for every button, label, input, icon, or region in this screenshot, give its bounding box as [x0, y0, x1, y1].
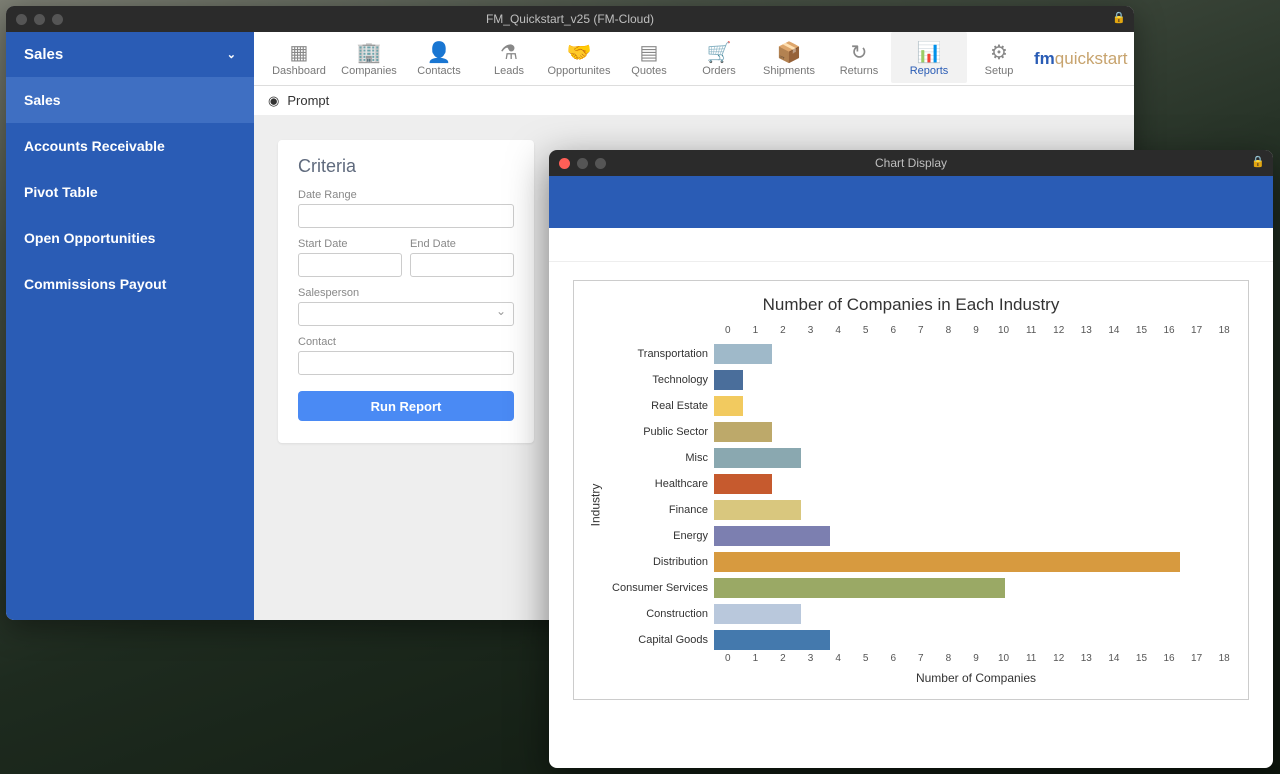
sidebar-item-open-opportunities[interactable]: Open Opportunities	[6, 215, 254, 261]
tab-companies[interactable]: 🏢Companies	[334, 41, 404, 77]
prompt-bar: ◉ Prompt	[254, 86, 1134, 116]
minimize-icon[interactable]	[577, 158, 588, 169]
chevron-down-icon: ⌄	[227, 48, 236, 61]
main-titlebar: FM_Quickstart_v25 (FM-Cloud) 🔒	[6, 6, 1134, 32]
tab-dashboard[interactable]: ▦Dashboard	[264, 41, 334, 77]
dashboard-icon: ▦	[264, 41, 334, 65]
prompt-label: Prompt	[287, 93, 329, 108]
chart-window-controls[interactable]	[559, 158, 606, 169]
chart-top-axis: 0123456789101112131415161718	[714, 325, 1238, 341]
bar-misc	[714, 448, 801, 468]
tab-returns[interactable]: ↻Returns	[824, 41, 894, 77]
opportunites-icon: 🤝	[544, 41, 614, 65]
contacts-icon: 👤	[404, 41, 474, 65]
sidebar-item-pivot-table[interactable]: Pivot Table	[6, 169, 254, 215]
reports-icon: 📊	[894, 41, 964, 65]
companies-icon: 🏢	[334, 41, 404, 65]
sidebar-header-label: Sales	[24, 46, 63, 63]
window-title: FM_Quickstart_v25 (FM-Cloud)	[6, 12, 1134, 26]
bar-energy	[714, 526, 830, 546]
chart-white-band	[549, 228, 1273, 262]
bar-real-estate	[714, 396, 743, 416]
bar-healthcare	[714, 474, 772, 494]
bar-construction	[714, 604, 801, 624]
chart-titlebar: Chart Display 🔒	[549, 150, 1273, 176]
orders-icon: 🛒	[684, 41, 754, 65]
end-date-input[interactable]	[410, 253, 514, 277]
tab-setup[interactable]: ⚙Setup	[964, 41, 1034, 77]
contact-label: Contact	[298, 336, 514, 348]
sidebar-item-accounts-receivable[interactable]: Accounts Receivable	[6, 123, 254, 169]
chart-bars	[714, 341, 1238, 653]
sidebar-header[interactable]: Sales ⌄	[6, 32, 254, 77]
sidebar-item-commissions-payout[interactable]: Commissions Payout	[6, 261, 254, 307]
start-date-label: Start Date	[298, 238, 402, 250]
brand-logo: fmquickstart	[1034, 49, 1134, 69]
bar-consumer-services	[714, 578, 1005, 598]
close-icon[interactable]	[16, 14, 27, 25]
chart-bottom-axis: 0123456789101112131415161718	[714, 653, 1238, 669]
tab-shipments[interactable]: 📦Shipments	[754, 41, 824, 77]
shipments-icon: 📦	[754, 41, 824, 65]
chart-category-labels: TransportationTechnologyReal EstatePubli…	[606, 325, 714, 685]
salesperson-select[interactable]	[298, 302, 514, 326]
tab-contacts[interactable]: 👤Contacts	[404, 41, 474, 77]
lock-icon: 🔒	[1251, 155, 1265, 168]
sidebar: Sales ⌄ SalesAccounts ReceivablePivot Ta…	[6, 32, 254, 620]
chart-window: Chart Display 🔒 Number of Companies in E…	[549, 150, 1273, 768]
criteria-card: Criteria Date Range Start Date End Date	[278, 140, 534, 443]
returns-icon: ↻	[824, 41, 894, 65]
leads-icon: ⚗	[474, 41, 544, 65]
date-range-label: Date Range	[298, 189, 514, 201]
date-range-input[interactable]	[298, 204, 514, 228]
chart-xlabel: Number of Companies	[714, 671, 1238, 685]
end-date-label: End Date	[410, 238, 514, 250]
chart-ylabel: Industry	[588, 484, 602, 527]
tab-reports[interactable]: 📊Reports	[894, 41, 964, 77]
bar-technology	[714, 370, 743, 390]
lock-icon: 🔒	[1112, 11, 1126, 24]
sidebar-item-sales[interactable]: Sales	[6, 77, 254, 123]
bar-capital-goods	[714, 630, 830, 650]
chart-blue-band	[549, 176, 1273, 228]
zoom-icon[interactable]	[595, 158, 606, 169]
prompt-icon: ◉	[268, 93, 279, 109]
tab-leads[interactable]: ⚗Leads	[474, 41, 544, 77]
quotes-icon: ▤	[614, 41, 684, 65]
bar-public-sector	[714, 422, 772, 442]
toolbar: ▦Dashboard🏢Companies👤Contacts⚗Leads🤝Oppo…	[254, 32, 1134, 86]
bar-distribution	[714, 552, 1180, 572]
bar-finance	[714, 500, 801, 520]
tab-orders[interactable]: 🛒Orders	[684, 41, 754, 77]
minimize-icon[interactable]	[34, 14, 45, 25]
zoom-icon[interactable]	[52, 14, 63, 25]
bar-transportation	[714, 344, 772, 364]
salesperson-label: Salesperson	[298, 287, 514, 299]
chart-title: Number of Companies in Each Industry	[584, 295, 1238, 315]
chart-box: Number of Companies in Each Industry Ind…	[573, 280, 1249, 700]
tab-opportunites[interactable]: 🤝Opportunites	[544, 41, 614, 77]
window-controls[interactable]	[16, 14, 63, 25]
start-date-input[interactable]	[298, 253, 402, 277]
setup-icon: ⚙	[964, 41, 1034, 65]
tab-quotes[interactable]: ▤Quotes	[614, 41, 684, 77]
close-icon[interactable]	[559, 158, 570, 169]
contact-input[interactable]	[298, 351, 514, 375]
chart-window-title: Chart Display	[549, 156, 1273, 170]
run-report-button[interactable]: Run Report	[298, 391, 514, 421]
criteria-heading: Criteria	[298, 156, 514, 177]
